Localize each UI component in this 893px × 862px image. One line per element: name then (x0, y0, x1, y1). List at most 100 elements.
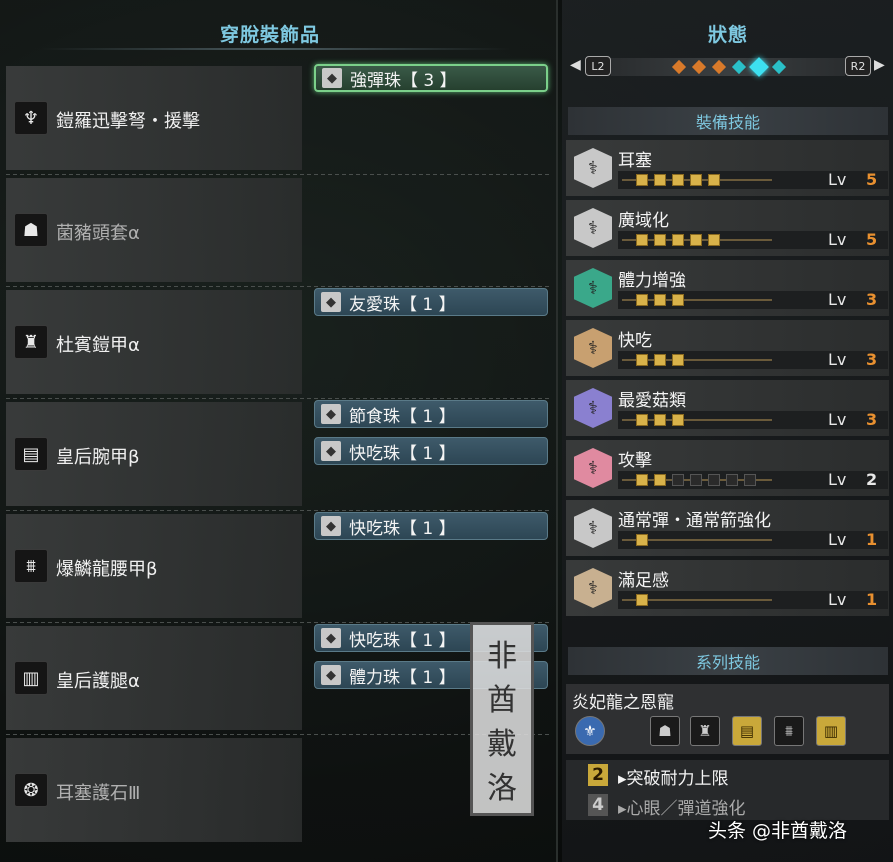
equipment-row[interactable]: ☗ 菌豬頭套α (6, 178, 302, 282)
set-skills-header: 系列技能 (568, 647, 888, 675)
skill-level-pip (654, 174, 666, 186)
set-bonus-name: ▸突破耐力上限 (618, 769, 729, 789)
decoration-slot[interactable]: ◆ 節食珠【 1 】 (314, 400, 548, 428)
skill-badge-icon: ⚕ (574, 328, 612, 368)
skill-level-value: 3 (866, 350, 878, 369)
level-label: Lv (828, 410, 847, 429)
skill-name: 廣域化 (618, 211, 669, 231)
equipment-row[interactable]: ▤ 皇后腕甲β (6, 402, 302, 506)
row-divider (6, 398, 551, 399)
skill-name: 通常彈・通常箭強化 (618, 511, 771, 531)
skill-row[interactable]: ⚕ 廣域化 Lv 5 (566, 200, 889, 256)
skill-level-pip (690, 234, 702, 246)
set-piece-helmet-icon: ☗ (650, 716, 680, 746)
equipment-row[interactable]: ♜ 杜賓鎧甲α (6, 290, 302, 394)
equipment-row[interactable]: ❂ 耳塞護石Ⅲ (6, 738, 302, 842)
skill-badge-icon: ⚕ (574, 448, 612, 488)
level-label: Lv (828, 170, 847, 189)
skill-level-gauge (622, 533, 772, 547)
skill-level-pip (636, 414, 648, 426)
skill-level-gauge (622, 413, 772, 427)
skill-level-pip (690, 174, 702, 186)
decoration-name: 節食珠【 1 】 (349, 406, 456, 427)
skill-level-gauge (622, 293, 772, 307)
decoration-icon: ◆ (321, 628, 341, 648)
skill-row[interactable]: ⚕ 攻擊 Lv 2 (566, 440, 889, 496)
decoration-icon: ◆ (321, 516, 341, 536)
skill-level-value: 1 (866, 530, 878, 549)
skill-row[interactable]: ⚕ 滿足感 Lv 1 (566, 560, 889, 616)
page-right-arrow-icon[interactable]: ▶ (874, 57, 885, 73)
set-piece-waist-icon: ⩩ (774, 716, 804, 746)
skill-level-value: 5 (866, 230, 878, 249)
equipment-name: 菌豬頭套α (56, 223, 140, 244)
set-bonus-pieces: 4 (588, 794, 608, 816)
decoration-panel-title: 穿脫裝飾品 (220, 24, 321, 46)
equipment-name: 耳塞護石Ⅲ (56, 783, 141, 804)
skill-level-value: 5 (866, 170, 878, 189)
watermark-stamp: 非 酋 戴 洛 (470, 622, 534, 816)
skill-level-pip (654, 294, 666, 306)
skill-level-pip (672, 174, 684, 186)
skill-badge-icon: ⚕ (574, 508, 612, 548)
l2-button[interactable]: L2 (585, 56, 611, 76)
decoration-name: 友愛珠【 1 】 (349, 294, 456, 315)
equipment-name: 杜賓鎧甲α (56, 335, 140, 356)
skill-row[interactable]: ⚕ 快吃 Lv 3 (566, 320, 889, 376)
set-piece-arms-icon: ▤ (732, 716, 762, 746)
decoration-name: 體力珠【 1 】 (349, 667, 456, 688)
skill-level-gauge (622, 593, 772, 607)
gauntlet-icon: ▤ (14, 437, 48, 471)
watermark-char: 非 (487, 639, 517, 674)
credit-text: 头条 @非酋戴洛 (708, 820, 848, 842)
level-label: Lv (828, 350, 847, 369)
skill-badge-icon: ⚕ (574, 148, 612, 188)
page-indicator-bar (611, 58, 845, 76)
level-label: Lv (828, 530, 847, 549)
skill-level-pip (672, 294, 684, 306)
equipment-name: 皇后腕甲β (56, 447, 140, 468)
waist-armor-icon: ⩩ (14, 549, 48, 583)
skill-level-pip (636, 234, 648, 246)
decoration-slot[interactable]: ◆ 友愛珠【 1 】 (314, 288, 548, 316)
skill-level-gauge (622, 233, 772, 247)
skill-badge-icon: ⚕ (574, 208, 612, 248)
skill-level-gauge (622, 173, 772, 187)
skill-level-pip (672, 234, 684, 246)
decoration-icon: ◆ (321, 292, 341, 312)
decoration-name: 快吃珠【 1 】 (349, 630, 456, 651)
skill-level-pip (636, 354, 648, 366)
leg-armor-icon: ▥ (14, 661, 48, 695)
decoration-slot[interactable]: ◆ 強彈珠【 3 】 (314, 64, 548, 92)
skill-level-pip (636, 474, 648, 486)
skill-level-pip (690, 474, 702, 486)
skill-level-pip (672, 354, 684, 366)
decoration-icon: ◆ (321, 441, 341, 461)
page-left-arrow-icon[interactable]: ◀ (570, 57, 581, 73)
skill-level-pip (672, 414, 684, 426)
skill-level-gauge (622, 473, 772, 487)
skill-row[interactable]: ⚕ 耳塞 Lv 5 (566, 140, 889, 196)
decoration-icon: ◆ (321, 665, 341, 685)
decoration-name: 快吃珠【 1 】 (349, 518, 456, 539)
skill-row[interactable]: ⚕ 通常彈・通常箭強化 Lv 1 (566, 500, 889, 556)
skill-row[interactable]: ⚕ 體力增強 Lv 3 (566, 260, 889, 316)
skill-level-pip (708, 234, 720, 246)
equipment-row[interactable]: ♆ 鎧羅迅擊弩・援擊 (6, 66, 302, 170)
r2-button[interactable]: R2 (845, 56, 871, 76)
equipment-row[interactable]: ▥ 皇后護腿α (6, 626, 302, 730)
watermark-char: 洛 (487, 771, 517, 806)
skill-row[interactable]: ⚕ 最愛菇類 Lv 3 (566, 380, 889, 436)
skill-level-pip (654, 354, 666, 366)
set-emblem-icon: ⚜ (575, 716, 605, 746)
equipment-row[interactable]: ⩩ 爆鱗龍腰甲β (6, 514, 302, 618)
skill-level-pip (654, 474, 666, 486)
equipment-name: 鎧羅迅擊弩・援擊 (56, 111, 200, 132)
skill-badge-icon: ⚕ (574, 388, 612, 428)
bowgun-icon: ♆ (14, 101, 48, 135)
decoration-slot[interactable]: ◆ 快吃珠【 1 】 (314, 512, 548, 540)
decoration-slot[interactable]: ◆ 快吃珠【 1 】 (314, 437, 548, 465)
skill-level-pip (654, 234, 666, 246)
decoration-name: 強彈珠【 3 】 (350, 70, 457, 91)
title-ornament (40, 48, 510, 50)
